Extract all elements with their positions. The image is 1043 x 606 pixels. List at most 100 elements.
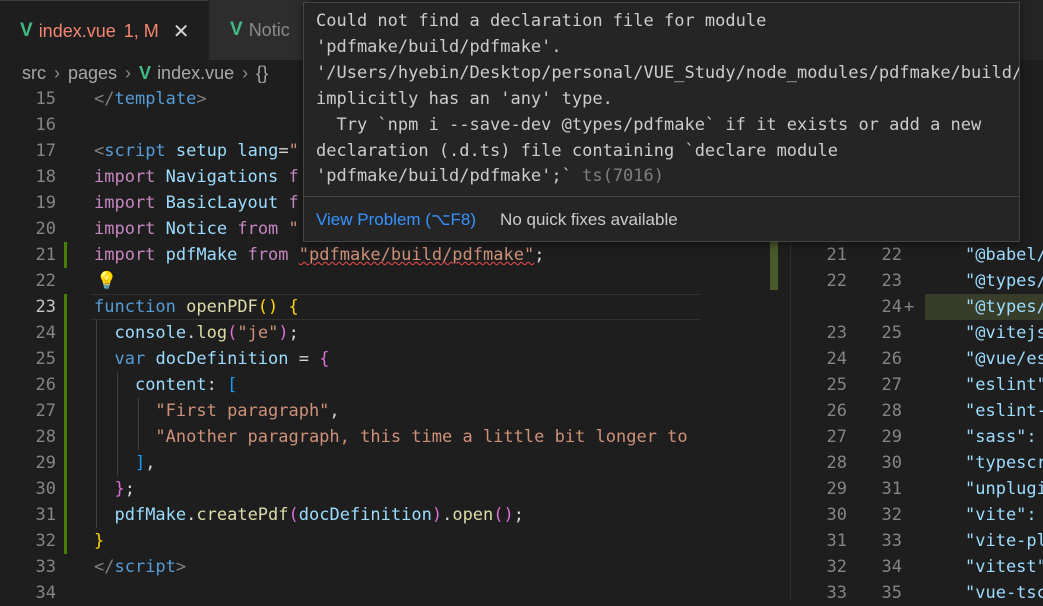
line-number: 32 <box>35 531 56 551</box>
diff-line[interactable]: 26 28 "eslint- <box>700 398 1043 424</box>
diff-line-code: "unplugi <box>965 479 1043 499</box>
hover-status-bar: View Problem (⌥F8) No quick fixes availa… <box>304 196 1019 241</box>
diff-line-code: "typescr <box>965 453 1043 473</box>
code-line[interactable]: 28 "Another paragraph, this time a littl… <box>0 424 700 450</box>
line-number: 17 <box>35 141 56 161</box>
breadcrumb-symbol[interactable]: {} <box>256 63 268 84</box>
tab-index-vue[interactable]: V index.vue 1, M ✕ <box>0 0 208 61</box>
line-code: var docDefinition = { <box>114 349 330 369</box>
hover-message-line: '/Users/hyebin/Desktop/personal/VUE_Stud… <box>316 62 1019 83</box>
original-line-number: 32 <box>826 557 847 577</box>
modified-line-number: 24 <box>881 297 902 317</box>
line-code: }; <box>114 479 135 499</box>
line-number: 34 <box>35 583 56 603</box>
line-code: } <box>94 531 105 551</box>
code-line[interactable]: 30 }; <box>0 476 700 502</box>
original-line-number: 33 <box>826 583 847 603</box>
tab-notice[interactable]: V Notic <box>210 0 310 60</box>
line-code: import Notice from " <box>94 219 299 239</box>
line-number: 25 <box>35 349 56 369</box>
modified-line-number: 33 <box>881 531 902 551</box>
hover-message-line: Try `npm i --save-dev @types/pdfmake` if… <box>316 114 982 135</box>
line-code: import BasicLayout f <box>94 193 299 213</box>
original-line-number: 26 <box>826 401 847 421</box>
diff-line[interactable]: 23 25 "@vitejs <box>700 320 1043 346</box>
line-number: 29 <box>35 453 56 473</box>
line-code: console.log("je"); <box>114 323 299 343</box>
line-number: 33 <box>35 557 56 577</box>
diff-line[interactable]: 31 33 "vite-pl <box>700 528 1043 554</box>
code-line[interactable]: 29 ], <box>0 450 700 476</box>
tab-label: index.vue <box>38 20 116 41</box>
original-line-number: 28 <box>826 453 847 473</box>
diff-line[interactable]: 25 27 "eslint" <box>700 372 1043 398</box>
code-line[interactable]: 34 <box>0 580 700 606</box>
diff-line[interactable]: 29 31 "unplugi <box>700 476 1043 502</box>
diff-line-code: "sass": <box>965 427 1037 447</box>
modified-line-number: 29 <box>881 427 902 447</box>
line-number: 19 <box>35 193 56 213</box>
diff-line[interactable]: 32 34 "vitest" <box>700 554 1043 580</box>
tab-status: 1, M <box>123 20 159 41</box>
line-number: 22 <box>35 271 56 291</box>
line-number: 20 <box>35 219 56 239</box>
diff-line-code: "@types/ <box>965 297 1043 317</box>
line-code: import Navigations f <box>94 167 299 187</box>
view-problem-link[interactable]: View Problem (⌥F8) <box>316 210 476 230</box>
code-line[interactable]: 22 <box>0 268 700 294</box>
diff-line[interactable]: 24 + "@types/ <box>700 294 1043 320</box>
modified-line-number: 30 <box>881 453 902 473</box>
line-number: 15 <box>35 89 56 109</box>
diff-line[interactable]: 21 22 "@babel/ <box>700 242 1043 268</box>
code-line[interactable]: 33 </script> <box>0 554 700 580</box>
hover-message-line: Could not find a declaration file for mo… <box>316 11 767 31</box>
line-number: 30 <box>35 479 56 499</box>
breadcrumb-pages[interactable]: pages <box>68 63 117 84</box>
diff-line[interactable]: 24 26 "@vue/es <box>700 346 1043 372</box>
vue-file-icon: V <box>20 20 33 41</box>
diff-line[interactable]: 30 32 "vite": <box>700 502 1043 528</box>
close-icon[interactable]: ✕ <box>173 19 190 44</box>
line-number: 16 <box>35 115 56 135</box>
line-number: 23 <box>35 297 56 317</box>
modified-line-number: 22 <box>881 245 902 265</box>
diff-line-code: "vue-tsc <box>965 583 1043 603</box>
code-line[interactable]: 32} <box>0 528 700 554</box>
original-line-number: 21 <box>826 245 847 265</box>
code-line[interactable]: 23 function openPDF() { <box>0 294 700 320</box>
original-line-number: 24 <box>826 349 847 369</box>
original-line-number: 31 <box>826 531 847 551</box>
vue-file-icon: V <box>230 19 243 40</box>
line-number: 31 <box>35 505 56 525</box>
modified-line-number: 35 <box>881 583 902 603</box>
original-line-number: 29 <box>826 479 847 499</box>
line-code: </script> <box>94 557 187 577</box>
error-code: ts(7016) <box>571 166 664 187</box>
chevron-right-icon: › <box>54 62 60 83</box>
code-line[interactable]: 26 content: [ <box>0 372 700 398</box>
breadcrumb-file[interactable]: index.vue <box>157 63 234 84</box>
diff-line[interactable]: 27 29 "sass": <box>700 424 1043 450</box>
modified-line-number: 28 <box>881 401 902 421</box>
diff-line[interactable]: 28 30 "typescr <box>700 450 1043 476</box>
line-code: import pdfMake from "pdfmake/build/pdfma… <box>94 245 545 265</box>
chevron-right-icon: › <box>242 62 249 83</box>
tab-label: Notic <box>248 19 290 40</box>
line-code: "Another paragraph, this time a little b… <box>155 427 688 447</box>
plus-icon: + <box>904 297 915 317</box>
modified-line-number: 34 <box>881 557 902 577</box>
diff-line[interactable]: 33 35 "vue-tsc <box>700 580 1043 606</box>
code-line[interactable]: 31 pdfMake.createPdf(docDefinition).open… <box>0 502 700 528</box>
diff-line[interactable]: 22 23 "@types/ <box>700 268 1043 294</box>
code-line[interactable]: 24 console.log("je"); <box>0 320 700 346</box>
line-code: <script setup lang=" <box>94 141 299 161</box>
original-line-number: 23 <box>826 323 847 343</box>
line-code: pdfMake.createPdf(docDefinition).open(); <box>114 505 525 525</box>
hover-message: Could not find a declaration file for mo… <box>316 9 1019 190</box>
breadcrumb-src[interactable]: src <box>22 63 46 84</box>
code-line[interactable]: 21 import pdfMake from "pdfmake/build/pdf… <box>0 242 700 268</box>
hover-message-line: 'pdfmake/build/pdfmake';` ts(7016) <box>316 166 664 187</box>
code-line[interactable]: 25 var docDefinition = { <box>0 346 700 372</box>
code-line[interactable]: 27 "First paragraph", <box>0 398 700 424</box>
original-line-number: 22 <box>826 271 847 291</box>
